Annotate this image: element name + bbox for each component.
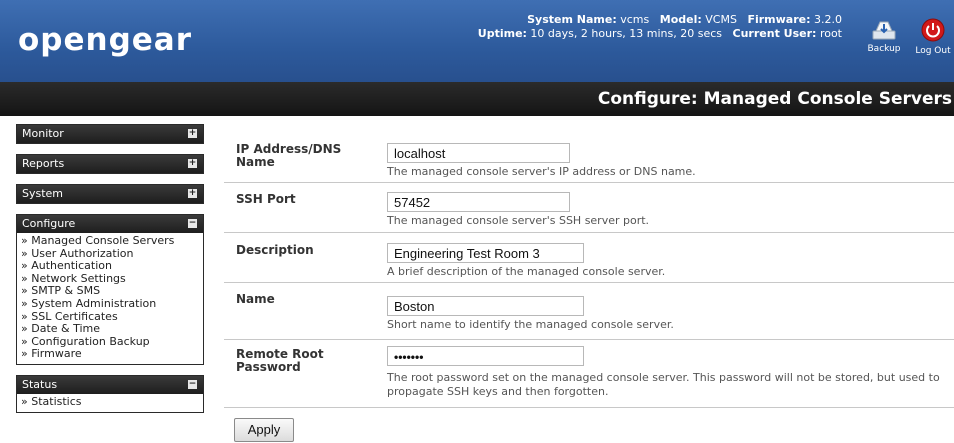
row-name: Name Boston Short name to identify the m…: [224, 283, 954, 340]
opengear-logo: opengear: [18, 22, 193, 58]
menu-header-monitor[interactable]: Monitor +: [17, 125, 203, 143]
menu-header-status[interactable]: Status −: [17, 375, 203, 394]
password-label: Remote Root Password: [236, 347, 324, 374]
menu-monitor: Monitor +: [16, 124, 204, 144]
current-user: root: [819, 27, 842, 40]
menu-status: Status − » Statistics: [16, 374, 204, 413]
sidebar-item-managed-console-servers[interactable]: » Managed Console Servers: [21, 234, 199, 248]
row-description: Description Engineering Test Room 3 A br…: [224, 233, 954, 283]
system-info: System Name: vcms Model: VCMS Firmware: …: [477, 13, 842, 40]
description-hint: A brief description of the managed conso…: [387, 265, 666, 278]
menu-reports: Reports +: [16, 154, 204, 174]
expand-icon[interactable]: +: [188, 129, 197, 138]
description-label: Description: [236, 243, 314, 257]
ip-address-label: IP Address/DNS Name: [236, 142, 342, 169]
name-hint: Short name to identify the managed conso…: [387, 318, 674, 331]
page-title-bar: Configure: Managed Console Servers: [0, 82, 954, 116]
menu-configure: Configure − » Managed Console Servers » U…: [16, 214, 204, 365]
menu-system: System +: [16, 184, 204, 204]
power-icon: [921, 18, 945, 42]
ssh-port-label: SSH Port: [236, 192, 296, 206]
logout-label: Log Out: [915, 46, 951, 56]
sidebar-item-firmware[interactable]: » Firmware: [21, 348, 199, 361]
backup-button[interactable]: Backup: [864, 18, 904, 54]
apply-button[interactable]: Apply: [234, 418, 294, 442]
app-header: opengear System Name: vcms Model: VCMS F…: [0, 0, 954, 82]
ip-address-hint: The managed console server's IP address …: [387, 165, 696, 178]
firmware-version: 3.2.0: [814, 13, 842, 26]
backup-icon: [872, 21, 896, 40]
sidebar-item-system-administration[interactable]: » System Administration: [21, 297, 199, 311]
row-remote-root-password: Remote Root Password ••••••• The root pa…: [224, 340, 954, 408]
ssh-port-input[interactable]: 57452: [387, 192, 570, 212]
row-ssh-port: SSH Port 57452 The managed console serve…: [224, 183, 954, 233]
description-input[interactable]: Engineering Test Room 3: [387, 243, 584, 263]
configure-items: » Managed Console Servers » User Authori…: [17, 233, 203, 364]
sidebar-item-statistics[interactable]: » Statistics: [21, 395, 199, 409]
sidebar-item-authentication[interactable]: » Authentication: [21, 260, 199, 273]
backup-label: Backup: [867, 44, 901, 54]
collapse-icon[interactable]: −: [188, 219, 197, 228]
model: VCMS: [705, 13, 737, 26]
uptime: 10 days, 2 hours, 13 mins, 20 secs: [530, 27, 723, 40]
collapse-icon[interactable]: −: [188, 379, 197, 389]
password-hint: The root password set on the managed con…: [387, 371, 940, 398]
expand-icon[interactable]: +: [188, 159, 197, 168]
menu-header-system[interactable]: System +: [17, 185, 203, 203]
menu-header-configure[interactable]: Configure −: [17, 215, 203, 233]
logout-button[interactable]: Log Out: [912, 18, 954, 56]
menu-header-reports[interactable]: Reports +: [17, 155, 203, 173]
ip-address-input[interactable]: localhost: [387, 143, 570, 163]
sidebar-item-date-time[interactable]: » Date & Time: [21, 323, 199, 336]
row-ip-address: IP Address/DNS Name localhost The manage…: [224, 136, 954, 183]
password-input[interactable]: •••••••: [387, 346, 584, 366]
ssh-port-hint: The managed console server's SSH server …: [387, 214, 650, 227]
name-input[interactable]: Boston: [387, 296, 584, 316]
expand-icon[interactable]: +: [188, 189, 197, 198]
system-name: vcms: [620, 13, 650, 26]
status-items: » Statistics: [17, 394, 203, 412]
page-title: Configure: Managed Console Servers: [597, 89, 952, 109]
sidebar: Monitor + Reports + System + Configure − » M…: [16, 124, 204, 423]
name-label: Name: [236, 292, 275, 306]
